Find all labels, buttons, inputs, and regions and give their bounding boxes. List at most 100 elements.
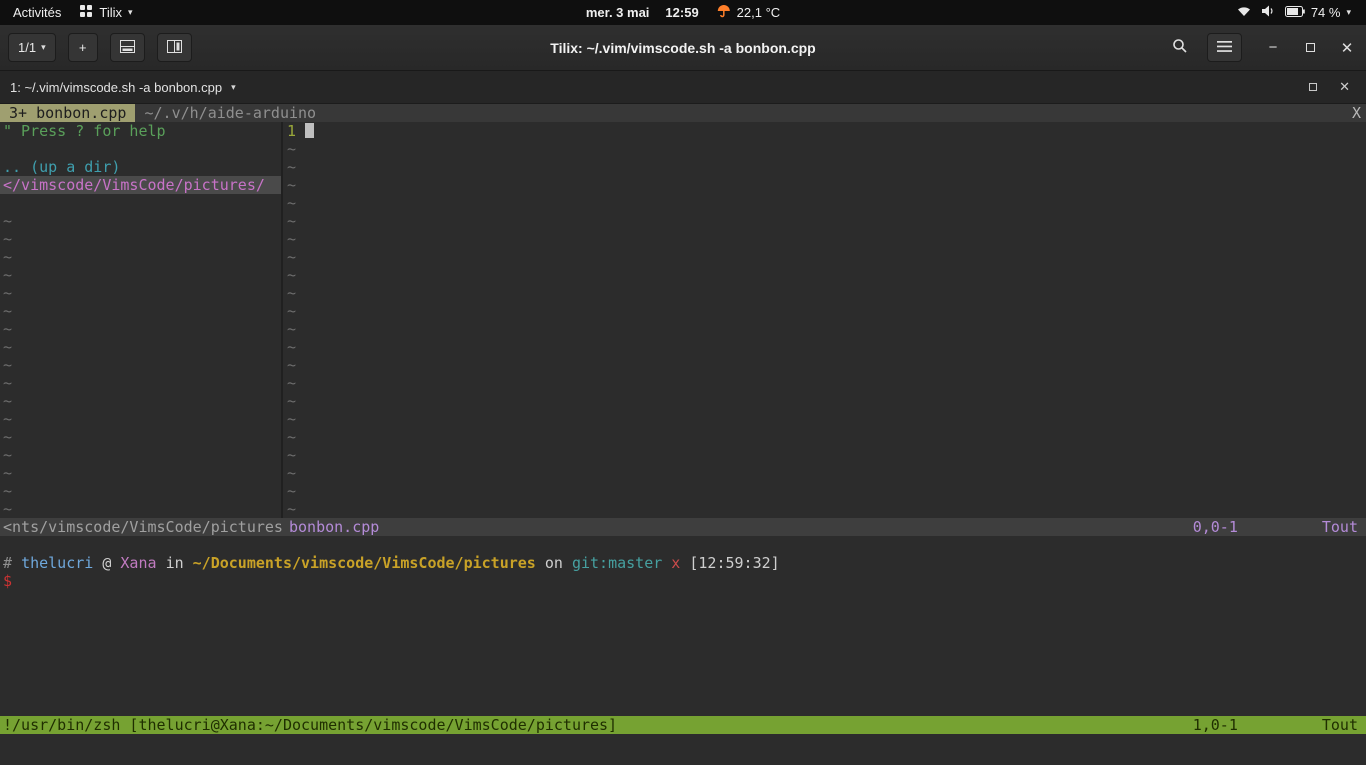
tilde-row: ~ — [283, 500, 1366, 518]
tilde-row: ~ — [0, 338, 281, 356]
prompt-git-dirty: x — [671, 554, 680, 572]
tab-close-button[interactable]: ✕ — [1339, 79, 1350, 95]
prompt-char: $ — [3, 572, 12, 590]
tilde-row: ~ — [283, 446, 1366, 464]
tilde-row: ~ — [283, 302, 1366, 320]
activities-button[interactable]: Activités — [4, 0, 70, 25]
statusline-scroll-position: Tout — [1322, 518, 1358, 536]
vim-tabline: 3+ bonbon.cpp ~/.v/h/aide-arduino X — [0, 104, 1366, 122]
prompt-at: @ — [102, 554, 111, 572]
maximize-icon — [1309, 83, 1317, 91]
minimize-button[interactable]: − — [1262, 37, 1284, 59]
top-bar-center: mer. 3 mai12:59 22,1 °C — [577, 0, 789, 25]
tilde-row: ~ — [0, 320, 281, 338]
screen: Activités Tilix ▾ mer. 3 mai12:59 22,1 °… — [0, 0, 1366, 765]
tilde-row: ~ — [283, 410, 1366, 428]
maximize-button[interactable] — [1299, 37, 1321, 59]
tilde-row: ~ — [0, 482, 281, 500]
statusline-filename: bonbon.cpp — [289, 518, 379, 536]
window-controls: − ✕ — [1262, 37, 1358, 59]
tab-title: 1: ~/.vim/vimscode.sh -a bonbon.cpp — [10, 80, 222, 95]
weather-button[interactable]: 22,1 °C — [708, 0, 790, 25]
tilde-row: ~ — [0, 356, 281, 374]
nerdtree-help-line: " Press ? for help — [0, 122, 281, 140]
terminal-statusline-ruler: 1,0-1 — [1193, 716, 1238, 734]
tilde-row: ~ — [283, 230, 1366, 248]
shell-prompt-line: # thelucri @ Xana in ~/Documents/vimscod… — [0, 554, 1366, 572]
maximize-icon — [1306, 43, 1315, 52]
window-title: Tilix: ~/.vim/vimscode.sh -a bonbon.cpp — [550, 40, 815, 56]
tilix-header-bar: 1/1 ▾ + Tilix: ~/.vim/vimscode.sh -a bon… — [0, 25, 1366, 71]
nerdtree-up-dir[interactable]: .. (up a dir) — [0, 158, 281, 176]
new-session-button[interactable]: + — [68, 33, 98, 62]
prompt-git-branch: git:master — [572, 554, 662, 572]
split-down-button[interactable] — [110, 33, 145, 62]
top-bar-left: Activités Tilix ▾ — [0, 0, 142, 25]
tilde-row: ~ — [0, 266, 281, 284]
session-tab-bar: 1: ~/.vim/vimscode.sh -a bonbon.cpp ▾ ✕ — [0, 71, 1366, 104]
prompt-in: in — [166, 554, 184, 572]
tilde-row: ~ — [0, 464, 281, 482]
app-menu-label: Tilix — [99, 5, 122, 20]
vim-command-line — [0, 734, 1366, 765]
wifi-icon — [1236, 5, 1252, 20]
search-button[interactable] — [1163, 33, 1197, 62]
tab-active[interactable]: 1: ~/.vim/vimscode.sh -a bonbon.cpp ▾ — [10, 80, 236, 95]
tilde-row: ~ — [283, 140, 1366, 158]
tilde-row: ~ — [0, 392, 281, 410]
buffer-pane[interactable]: 1 ~~~~~~~~~~~~~~~~~~~~~ — [283, 122, 1366, 518]
vim-cursor — [305, 123, 314, 138]
prompt-timestamp: [12:59:32] — [689, 554, 779, 572]
nerdtree-statusline: <nts/vimscode/VimsCode/pictures — [0, 518, 285, 536]
app-menu-button[interactable]: Tilix ▾ — [70, 0, 141, 25]
weather-icon — [717, 4, 731, 21]
nerdtree-root-dir[interactable]: </vimscode/VimsCode/pictures/ — [0, 176, 281, 194]
tilde-row: ~ — [0, 446, 281, 464]
tilde-row: ~ — [283, 392, 1366, 410]
battery-icon — [1285, 5, 1305, 20]
battery-percent-label: 74 % — [1311, 5, 1341, 20]
blank-line — [0, 194, 281, 212]
terminal-area[interactable]: 3+ bonbon.cpp ~/.v/h/aide-arduino X " Pr… — [0, 104, 1366, 765]
vim-tabline-close[interactable]: X — [1352, 104, 1366, 122]
tilde-row: ~ — [0, 230, 281, 248]
tilde-row: ~ — [283, 374, 1366, 392]
terminal-empty-area — [0, 590, 1366, 716]
nerdtree-tildes: ~~~~~~~~~~~~~~~~~ — [0, 212, 281, 518]
tab-maximize-button[interactable] — [1309, 83, 1317, 91]
shell-input-line[interactable]: $ — [0, 572, 1366, 590]
vim-tab-other[interactable]: ~/.v/h/aide-arduino — [135, 104, 325, 122]
tilde-row: ~ — [283, 482, 1366, 500]
gnome-top-bar: Activités Tilix ▾ mer. 3 mai12:59 22,1 °… — [0, 0, 1366, 25]
tilde-row: ~ — [0, 500, 281, 518]
tilde-row: ~ — [0, 248, 281, 266]
split-right-icon — [167, 40, 182, 56]
terminal-statusline-scroll-position: Tout — [1322, 716, 1358, 734]
prompt-hash: # — [3, 554, 12, 572]
split-right-button[interactable] — [157, 33, 192, 62]
clock-time: 12:59 — [665, 5, 698, 20]
tilde-row: ~ — [283, 194, 1366, 212]
hamburger-icon — [1217, 40, 1232, 55]
header-right-controls: − ✕ — [1163, 33, 1358, 62]
line-number: 1 — [287, 122, 296, 140]
vim-tab-selected[interactable]: 3+ bonbon.cpp — [0, 104, 135, 122]
tilde-row: ~ — [0, 302, 281, 320]
tilde-row: ~ — [283, 464, 1366, 482]
prompt-user: thelucri — [21, 554, 93, 572]
chevron-down-icon: ▾ — [231, 83, 236, 92]
close-button[interactable]: ✕ — [1336, 37, 1358, 59]
prompt-on: on — [545, 554, 563, 572]
menu-button[interactable] — [1207, 33, 1242, 62]
tilde-row: ~ — [0, 410, 281, 428]
system-icons — [1236, 5, 1305, 20]
session-selector-button[interactable]: 1/1 ▾ — [8, 33, 56, 62]
tilde-row: ~ — [283, 176, 1366, 194]
tilde-row: ~ — [283, 338, 1366, 356]
vim-windows: " Press ? for help .. (up a dir) </vimsc… — [0, 122, 1366, 518]
system-status-button[interactable]: 74 % ▾ — [1227, 0, 1360, 25]
tilde-row: ~ — [283, 248, 1366, 266]
clock-button[interactable]: mer. 3 mai12:59 — [577, 0, 708, 25]
nerdtree-pane[interactable]: " Press ? for help .. (up a dir) </vimsc… — [0, 122, 283, 518]
tilde-row: ~ — [283, 428, 1366, 446]
